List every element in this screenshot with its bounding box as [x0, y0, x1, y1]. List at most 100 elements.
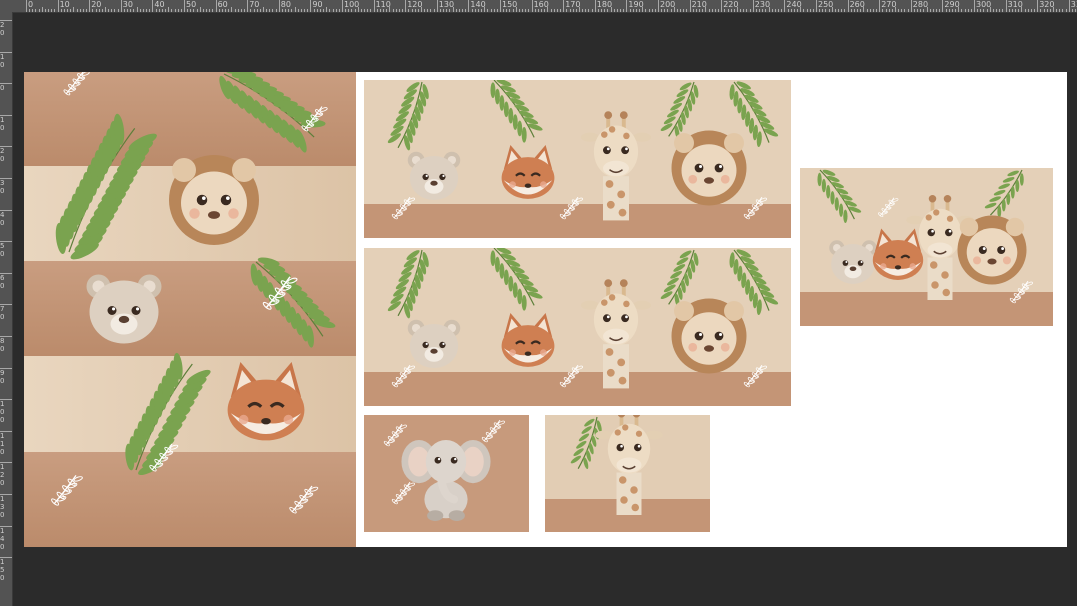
ruler-tick	[436, 0, 438, 12]
ruler-minor-tick	[1040, 9, 1042, 12]
ruler-minor-tick	[240, 9, 242, 12]
ruler-minor-tick	[664, 9, 666, 12]
tall-banner-panel[interactable]	[24, 72, 356, 547]
ruler-minor-tick	[547, 7, 549, 12]
ruler-minor-tick	[939, 9, 941, 12]
ruler-minor-tick	[452, 7, 454, 12]
ruler-minor-tick	[834, 9, 836, 12]
ruler-minor-tick	[740, 9, 742, 12]
ruler-minor-tick	[787, 9, 789, 12]
ruler-minor-tick	[253, 9, 255, 12]
ruler-minor-tick	[146, 9, 148, 12]
ruler-minor-tick	[250, 9, 252, 12]
ruler-minor-tick	[158, 9, 160, 12]
ruler-minor-tick	[708, 9, 710, 12]
ruler-minor-tick	[569, 9, 571, 12]
ruler-minor-tick	[123, 9, 125, 12]
medium-group-panel[interactable]	[800, 168, 1053, 326]
ruler-minor-tick	[670, 9, 672, 12]
ruler-minor-tick	[218, 9, 220, 12]
ruler-minor-tick	[737, 7, 738, 12]
ruler-minor-tick	[63, 9, 65, 12]
ruler-minor-tick	[885, 9, 887, 12]
ruler-minor-tick	[771, 9, 773, 12]
ruler-minor-tick	[67, 9, 69, 12]
wide-banner-2[interactable]	[364, 248, 791, 406]
ruler-tick	[0, 336, 12, 337]
ruler-minor-tick	[41, 7, 43, 12]
ruler-minor-tick	[951, 9, 953, 12]
ruler-tick	[531, 0, 533, 12]
ruler-minor-tick	[465, 9, 467, 12]
ruler-tick	[0, 430, 12, 432]
ruler-minor-tick	[803, 9, 805, 12]
ruler-left-label: 1 2 0	[0, 463, 5, 488]
ruler-minor-tick	[1002, 9, 1004, 12]
ruler-minor-tick	[117, 9, 119, 12]
ruler-minor-tick	[515, 7, 517, 12]
ruler-minor-tick	[35, 9, 37, 12]
ruler-tick	[0, 114, 12, 116]
ruler-minor-tick	[161, 9, 163, 12]
wide-banner-1[interactable]	[364, 80, 791, 238]
ruler-minor-tick	[759, 9, 761, 12]
ruler-tick	[0, 241, 12, 243]
ruler-minor-tick	[620, 9, 622, 12]
ruler-minor-tick	[926, 7, 928, 12]
ruler-tick	[626, 0, 628, 12]
ruler-minor-tick	[202, 9, 204, 12]
ruler-minor-tick	[572, 9, 574, 12]
ruler-minor-tick	[462, 9, 464, 12]
ruler-minor-tick	[932, 9, 934, 12]
ruler-left-label: 1 3 0	[0, 495, 5, 519]
ruler-minor-tick	[376, 9, 378, 12]
ruler-minor-tick	[427, 9, 429, 12]
ruler-minor-tick	[357, 7, 359, 12]
ruler-minor-tick	[695, 9, 697, 12]
ruler-minor-tick	[699, 9, 701, 12]
ruler-minor-tick	[291, 9, 293, 12]
ruler-left-label: 1 0	[0, 115, 5, 132]
ruler-minor-tick	[443, 9, 445, 12]
ruler-minor-tick	[534, 9, 536, 12]
ruler-minor-tick	[367, 9, 369, 12]
ruler-minor-tick	[383, 9, 385, 12]
ruler-minor-tick	[724, 9, 726, 12]
ruler-minor-tick	[986, 9, 988, 12]
ruler-minor-tick	[907, 9, 909, 12]
ruler-minor-tick	[1030, 9, 1032, 12]
ruler-minor-tick	[266, 9, 268, 12]
ruler-minor-tick	[484, 7, 486, 12]
ruler-tick	[879, 0, 881, 12]
ruler-minor-tick	[825, 9, 827, 12]
ruler-minor-tick	[566, 9, 568, 12]
ruler-minor-tick	[1053, 7, 1054, 12]
ruler-minor-tick	[667, 9, 669, 12]
ruler-minor-tick	[304, 9, 306, 12]
ruler-minor-tick	[793, 9, 795, 12]
ruler-minor-tick	[354, 9, 356, 12]
ruler-minor-tick	[1008, 9, 1010, 12]
ruler-minor-tick	[522, 9, 524, 12]
ruler-tick	[342, 0, 343, 12]
ruler-tick	[26, 0, 27, 12]
ruler-left-label: 6 0	[0, 273, 5, 290]
document-canvas[interactable]	[24, 72, 1067, 547]
ruler-minor-tick	[414, 9, 416, 12]
ruler-tick	[0, 178, 12, 179]
ruler-minor-tick	[338, 9, 340, 12]
ruler-minor-tick	[1034, 9, 1036, 12]
ruler-minor-tick	[196, 9, 198, 12]
lion-icon	[671, 130, 747, 206]
ruler-minor-tick	[556, 9, 558, 12]
ruler-minor-tick	[174, 9, 176, 12]
giraffe-panel[interactable]	[545, 415, 710, 532]
elephant-panel[interactable]	[364, 415, 529, 532]
ruler-minor-tick	[585, 9, 587, 12]
ruler-minor-tick	[259, 9, 261, 12]
ruler-minor-tick	[142, 9, 144, 12]
ruler-minor-tick	[967, 9, 969, 12]
ruler-minor-tick	[743, 9, 745, 12]
ruler-tick	[847, 0, 849, 12]
ruler-minor-tick	[430, 9, 432, 12]
